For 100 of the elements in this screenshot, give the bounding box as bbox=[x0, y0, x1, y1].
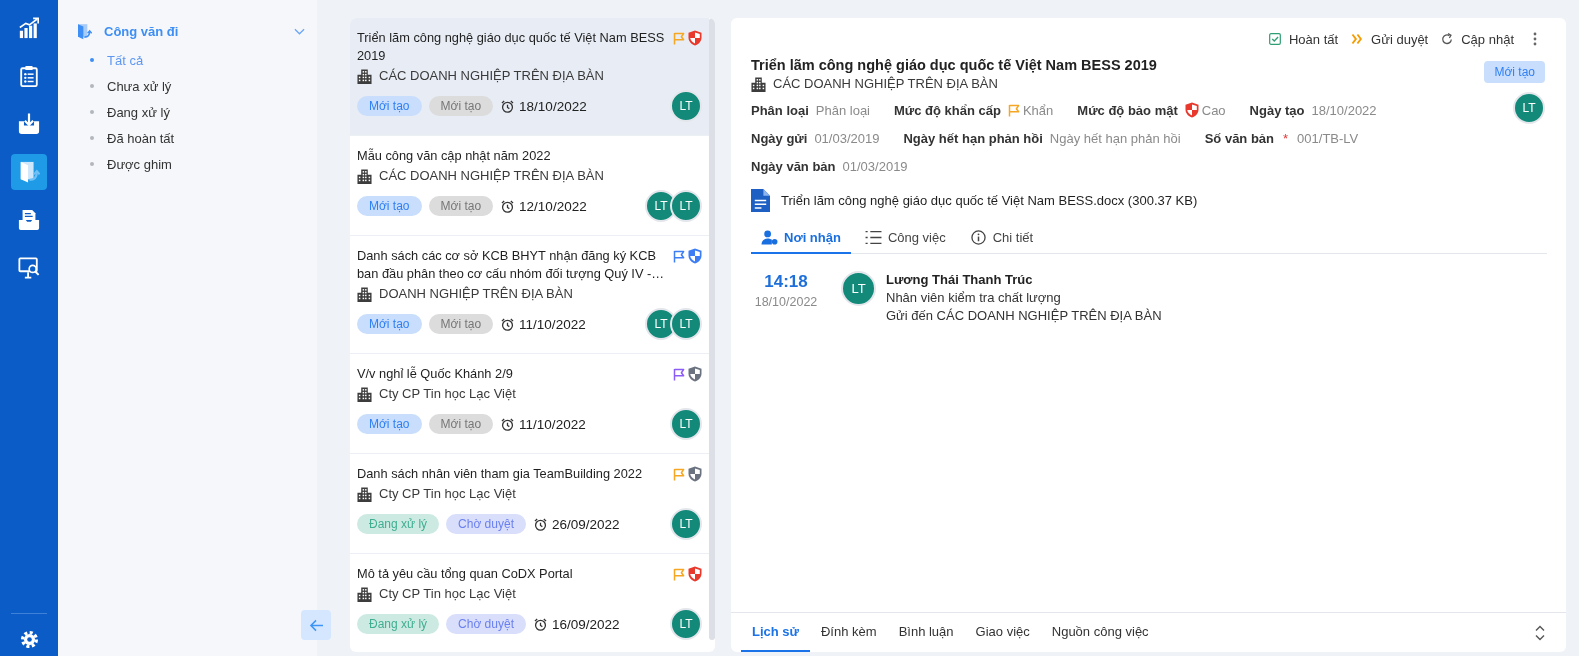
status-tag: Mới tạo bbox=[357, 314, 422, 334]
alarm-clock-icon bbox=[501, 417, 515, 431]
tab[interactable]: Giao việc bbox=[964, 613, 1041, 652]
recipient-role: Nhân viên kiểm tra chất lượng bbox=[886, 289, 1062, 307]
date-text: 11/10/2022 bbox=[519, 416, 586, 432]
field-label: Ngày tạo bbox=[1249, 102, 1305, 118]
status-tag: Chờ duyệt bbox=[446, 514, 526, 534]
nav-button[interactable] bbox=[11, 154, 47, 190]
field-label: Mức độ bảo mật bbox=[1077, 102, 1178, 118]
organization-name: CÁC DOANH NGHIỆP TRÊN ĐỊA BÀN bbox=[379, 67, 604, 85]
document-list-item[interactable]: Danh sách nhân viên tham gia TeamBuilding 2022 Cty CP Tin học Lạc Việt Đang xử lý Chờ duyệt 26/09/2022 LT bbox=[350, 454, 709, 554]
action-button[interactable]: Cập nhật bbox=[1441, 31, 1514, 47]
document-list-item[interactable]: Mô tả yêu cầu tổng quan CoDX Portal Cty CP Tin học Lạc Việt Đang xử lý Chờ duyệt 16/09/2022 LT bbox=[350, 554, 709, 652]
menu-item[interactable]: Đang xử lý bbox=[76, 99, 305, 125]
status-tag: Mới tạo bbox=[428, 314, 494, 334]
document-list-item[interactable]: Triển lãm công nghệ giáo dục quốc tế Việt Nam BESS 2019 CÁC DOANH NGHIỆP TRÊN ĐỊA BÀN Mới tạo Mới tạo 18/10/2022 LT bbox=[350, 18, 709, 136]
avatar: LT bbox=[670, 408, 702, 440]
date-text: 16/09/2022 bbox=[551, 616, 620, 632]
avatar: LT bbox=[670, 508, 702, 540]
document-list-item[interactable]: Mẫu công văn cập nhật năm 2022 CÁC DOANH NGHIỆP TRÊN ĐỊA BÀN Mới tạo Mới tạo 12/10/2022 LT LT bbox=[350, 136, 709, 236]
user-icon bbox=[761, 229, 778, 245]
status-tag: Đang xử lý bbox=[357, 514, 440, 534]
folder-arrow-icon bbox=[76, 22, 92, 40]
bar-chart-icon bbox=[18, 17, 40, 39]
building-icon bbox=[357, 486, 372, 502]
field-label: Ngày hết hạn phản hồi bbox=[903, 130, 1043, 146]
field-value: 18/10/2022 bbox=[1311, 102, 1377, 118]
status-tag: Mới tạo bbox=[428, 96, 494, 116]
checkbox-icon bbox=[1268, 33, 1281, 45]
attachment-link[interactable]: Triển lãm công nghệ giáo dục quốc tế Việt Nam BESS.docx (300.37 KB) bbox=[781, 192, 1198, 208]
required-mark: * bbox=[1283, 130, 1289, 146]
bullet-icon bbox=[90, 58, 94, 62]
monitor-search-icon bbox=[18, 257, 40, 279]
tab[interactable]: Nơi nhận bbox=[751, 222, 851, 254]
documents-folder-icon bbox=[18, 209, 40, 231]
organization-name: Cty CP Tin học Lạc Việt bbox=[379, 385, 516, 403]
tab[interactable]: Bình luận bbox=[887, 613, 965, 652]
status-tag: Đang xử lý bbox=[357, 614, 440, 634]
date-text: 18/10/2022 bbox=[519, 98, 587, 114]
refresh-icon bbox=[1441, 33, 1454, 45]
bullet-icon bbox=[90, 110, 94, 114]
menu-item[interactable]: Đã hoàn tất bbox=[76, 125, 305, 151]
more-icon[interactable] bbox=[1533, 32, 1537, 46]
bullet-icon bbox=[90, 162, 94, 166]
tab[interactable]: Chi tiết bbox=[959, 222, 1044, 254]
settings-icon[interactable] bbox=[19, 630, 39, 649]
date-text: 11/10/2022 bbox=[519, 316, 586, 332]
bullet-icon bbox=[90, 136, 94, 140]
building-icon bbox=[357, 168, 372, 184]
folder-arrow-icon bbox=[18, 161, 40, 183]
list-icon bbox=[864, 229, 882, 245]
menu-item[interactable]: Được ghim bbox=[76, 151, 305, 177]
field-value: Ngày hết hạn phản hồi bbox=[1049, 130, 1181, 146]
action-button[interactable]: Hoàn tất bbox=[1268, 31, 1339, 47]
status-tag: Chờ duyệt bbox=[446, 614, 526, 634]
menu-item[interactable]: Chưa xử lý bbox=[76, 73, 305, 99]
building-icon bbox=[357, 286, 372, 302]
avatar: LT bbox=[841, 271, 876, 306]
field-label: Mức độ khẩn cấp bbox=[894, 102, 1001, 118]
document-list-item[interactable]: Danh sách các cơ sở KCB BHYT nhận đăng ký KCB ban đầu phân theo cơ cấu nhóm đối tượng Quý IV -… DOANH NGHIỆP TRÊN ĐỊA BÀN Mới tạo Mới tạo 11/10/2022 LT LT bbox=[350, 236, 709, 354]
organization-name: Cty CP Tin học Lạc Việt bbox=[379, 485, 516, 503]
status-tag: Mới tạo bbox=[428, 196, 494, 216]
field-label: Ngày gửi bbox=[751, 130, 808, 146]
alarm-clock-icon bbox=[533, 617, 547, 631]
avatar: LT bbox=[1513, 92, 1545, 124]
double-chevron-icon bbox=[1351, 33, 1364, 45]
field-value: 01/03/2019 bbox=[814, 130, 880, 146]
field-value: 01/03/2019 bbox=[842, 158, 908, 174]
status-tag: Mới tạo bbox=[357, 414, 422, 434]
organization-name: CÁC DOANH NGHIỆP TRÊN ĐỊA BÀN bbox=[773, 75, 998, 93]
tray-download-icon bbox=[18, 113, 40, 135]
status-badge: Mới tạo bbox=[1484, 61, 1545, 83]
action-button[interactable]: Gửi duyệt bbox=[1351, 31, 1429, 47]
field-value: Khẩn bbox=[1022, 102, 1054, 118]
status-tag: Mới tạo bbox=[357, 96, 422, 116]
tab[interactable]: Công việc bbox=[854, 222, 956, 254]
alarm-clock-icon bbox=[501, 317, 515, 331]
document-heading: Triển lãm công nghệ giáo dục quốc tế Việt Nam BESS 2019 bbox=[751, 56, 1158, 75]
document-title: Mẫu công văn cập nhật năm 2022 bbox=[357, 147, 552, 165]
alarm-clock-icon bbox=[501, 99, 515, 113]
tab[interactable]: Đính kèm bbox=[810, 613, 888, 652]
field-label: Phân loại bbox=[751, 102, 809, 118]
document-list-item[interactable]: V/v nghỉ lễ Quốc Khánh 2/9 Cty CP Tin học Lạc Việt Mới tạo Mới tạo 11/10/2022 LT bbox=[350, 354, 709, 454]
tab[interactable]: Lịch sử bbox=[741, 613, 810, 652]
document-icon bbox=[751, 188, 770, 212]
expand-collapse-icon[interactable] bbox=[1535, 624, 1545, 641]
scrollbar-thumb[interactable] bbox=[709, 18, 715, 640]
building-icon bbox=[357, 68, 372, 84]
tab[interactable]: Nguồn công việc bbox=[1040, 613, 1160, 652]
status-tag: Mới tạo bbox=[357, 196, 422, 216]
recipient-destination: Gửi đến CÁC DOANH NGHIỆP TRÊN ĐỊA BÀN bbox=[886, 307, 1162, 325]
field-label: Số văn bản bbox=[1204, 130, 1275, 146]
building-icon bbox=[751, 76, 766, 92]
date-text: 12/10/2022 bbox=[519, 198, 587, 214]
field-label: Ngày văn bản bbox=[751, 158, 836, 174]
field-value: Cao bbox=[1201, 102, 1226, 118]
time-text: 14:18 bbox=[764, 271, 808, 293]
document-title: Mô tả yêu cầu tổng quan CoDX Portal bbox=[357, 565, 574, 583]
document-title: Triển lãm công nghệ giáo dục quốc tế Việt Nam BESS 2019 bbox=[357, 29, 666, 65]
field-value: 001/TB-LV bbox=[1297, 130, 1359, 146]
